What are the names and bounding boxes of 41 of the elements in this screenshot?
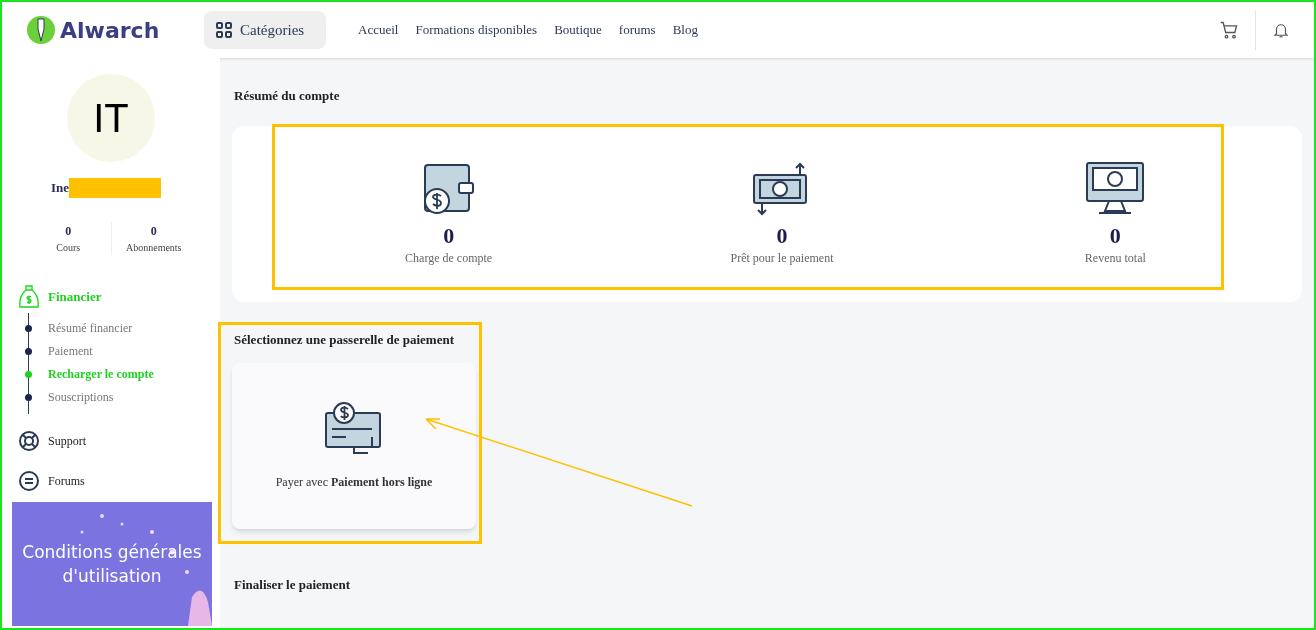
nav-link[interactable]: forums <box>618 20 656 40</box>
money-bag-icon <box>18 285 40 309</box>
card-value: 0 <box>1109 222 1121 249</box>
nav-link[interactable]: Blog <box>672 20 698 40</box>
section-title: Résumé du compte <box>234 87 341 105</box>
check-payment-icon <box>324 401 384 455</box>
payment-option-label: Payer avec Paiement hors ligne <box>275 474 433 491</box>
sidebar-link[interactable]: Résumé financier <box>48 319 133 337</box>
card-label: Revenu total <box>1084 249 1146 267</box>
card-label: Prêt pour le paiement <box>730 249 834 267</box>
banner-text: Conditions générales d'utilisation <box>21 541 203 588</box>
payment-option-card[interactable]: Payer avec Paiement hors ligne <box>232 363 476 529</box>
terms-banner[interactable]: Conditions générales d'utilisation <box>12 502 212 626</box>
section-title: Financier <box>48 288 102 307</box>
section-title: Sélectionnez une passerelle de paiement <box>234 330 455 349</box>
stat-label: Abonnements <box>125 241 182 255</box>
sidebar-link[interactable]: Forums <box>48 472 85 490</box>
monitor-banknote-icon <box>1085 160 1146 217</box>
categories-button[interactable]: Catégories <box>204 11 326 49</box>
user-name: Ine <box>50 179 70 198</box>
nav-link[interactable]: Formations disponibles <box>415 20 538 40</box>
card-label: Charge de compte <box>405 249 493 267</box>
stat-label: Cours <box>56 241 81 255</box>
stat-value: 0 <box>65 223 72 240</box>
nav-link[interactable]: Boutique <box>554 20 602 40</box>
sidebar-link[interactable]: Support <box>48 432 86 450</box>
logo-icon <box>26 15 56 45</box>
sidebar-link[interactable]: Souscriptions <box>48 388 114 406</box>
grid-icon <box>216 22 232 38</box>
stat-value: 0 <box>150 223 157 240</box>
card-value: 0 <box>776 222 788 249</box>
sidebar-link[interactable]: Paiement <box>48 342 93 360</box>
nav-link[interactable]: Accueil <box>358 20 399 40</box>
chat-icon <box>18 470 40 492</box>
bell-icon[interactable] <box>1272 21 1290 39</box>
section-title: Finaliser le paiement <box>234 576 352 594</box>
cart-icon[interactable] <box>1219 20 1239 40</box>
logo-text: Alwarch <box>60 16 160 45</box>
lifebuoy-icon <box>18 430 40 452</box>
card-value: 0 <box>443 222 455 249</box>
avatar: IT <box>67 74 155 162</box>
